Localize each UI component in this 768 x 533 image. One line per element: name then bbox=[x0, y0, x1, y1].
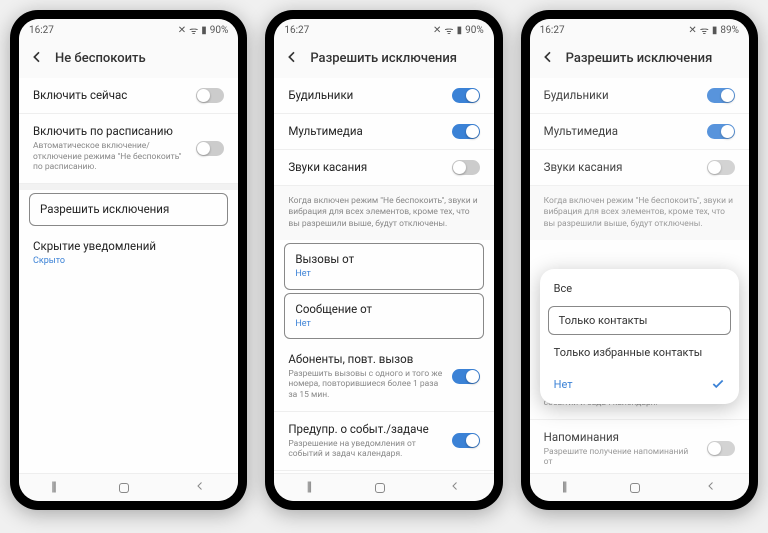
enable-schedule-row[interactable]: Включить по расписанию Автоматическое вк… bbox=[19, 114, 238, 184]
divider bbox=[19, 184, 238, 190]
popup-option-none[interactable]: Нет bbox=[540, 368, 739, 400]
repeat-callers-row[interactable]: Абоненты, повт. вызов Разрешить вызовы с… bbox=[274, 342, 493, 412]
allow-exceptions-row[interactable]: Разрешить исключения bbox=[29, 193, 228, 226]
nav-back-icon[interactable] bbox=[705, 480, 717, 496]
enable-schedule-label: Включить по расписанию bbox=[33, 124, 188, 139]
clock: 16:27 bbox=[540, 25, 565, 36]
popup-option-all[interactable]: Все bbox=[540, 273, 739, 304]
popup-option-contacts[interactable]: Только контакты bbox=[548, 306, 731, 335]
reminders-toggle[interactable] bbox=[707, 441, 735, 456]
status-bar: 16:27 ✕ᯤ▮90% bbox=[19, 19, 238, 41]
header: Не беспокоить bbox=[19, 41, 238, 78]
enable-schedule-sub: Автоматическое включение/отключение режи… bbox=[33, 141, 188, 173]
status-bar: 16:27 ✕ᯤ▮90% bbox=[274, 19, 493, 41]
events-row[interactable]: Предупр. о событ./задаче Разрешение на у… bbox=[274, 412, 493, 471]
enable-now-row[interactable]: Включить сейчас bbox=[19, 78, 238, 114]
back-icon[interactable] bbox=[284, 49, 300, 68]
nav-recent-icon[interactable]: ||| bbox=[51, 480, 55, 495]
touch-sounds-row[interactable]: Звуки касания bbox=[530, 150, 749, 186]
clock: 16:27 bbox=[284, 25, 309, 36]
status-icons: ✕ᯤ▮90% bbox=[433, 23, 484, 37]
check-icon bbox=[711, 377, 725, 391]
media-row[interactable]: Мультимедиа bbox=[530, 114, 749, 150]
alarms-row[interactable]: Будильники bbox=[530, 78, 749, 114]
hide-notifications-label: Скрытие уведомлений bbox=[33, 239, 224, 254]
repeat-callers-toggle[interactable] bbox=[452, 369, 480, 384]
description: Когда включен режим "Не беспокоить", зву… bbox=[274, 186, 493, 240]
reminders-row[interactable]: Напоминания Разрешите получение напомина… bbox=[530, 420, 749, 473]
page-title: Разрешить исключения bbox=[566, 51, 713, 66]
media-row[interactable]: Мультимедиа bbox=[274, 114, 493, 150]
media-toggle[interactable] bbox=[707, 124, 735, 139]
header: Разрешить исключения bbox=[274, 41, 493, 78]
phone-2: 16:27 ✕ᯤ▮90% Разрешить исключения Будиль… bbox=[265, 10, 502, 510]
status-icons: ✕ᯤ▮90% bbox=[178, 23, 229, 37]
nav-home-icon[interactable] bbox=[375, 483, 385, 493]
nav-recent-icon[interactable]: ||| bbox=[307, 480, 311, 495]
hide-notifications-sub: Скрыто bbox=[33, 256, 224, 267]
back-icon[interactable] bbox=[29, 49, 45, 68]
popup-option-favorites[interactable]: Только избранные контакты bbox=[540, 337, 739, 368]
nav-back-icon[interactable] bbox=[194, 480, 206, 496]
touch-sounds-toggle[interactable] bbox=[707, 160, 735, 175]
alarms-row[interactable]: Будильники bbox=[274, 78, 493, 114]
clock: 16:27 bbox=[29, 25, 54, 36]
nav-back-icon[interactable] bbox=[449, 480, 461, 496]
calls-from-popup: Все Только контакты Только избранные кон… bbox=[540, 269, 739, 404]
nav-bar: ||| bbox=[530, 473, 749, 501]
enable-now-toggle[interactable] bbox=[196, 88, 224, 103]
page-title: Не беспокоить bbox=[55, 51, 146, 66]
nav-recent-icon[interactable]: ||| bbox=[562, 480, 566, 495]
hide-notifications-row[interactable]: Скрытие уведомлений Скрыто bbox=[19, 229, 238, 277]
page-title: Разрешить исключения bbox=[310, 51, 457, 66]
calls-from-row[interactable]: Вызовы от Нет bbox=[284, 243, 483, 289]
alarms-toggle[interactable] bbox=[707, 88, 735, 103]
status-bar: 16:27 ✕ᯤ▮89% bbox=[530, 19, 749, 41]
description: Когда включен режим "Не беспокоить", зву… bbox=[530, 186, 749, 240]
nav-home-icon[interactable] bbox=[119, 483, 129, 493]
touch-sounds-toggle[interactable] bbox=[452, 160, 480, 175]
enable-schedule-toggle[interactable] bbox=[196, 141, 224, 156]
nav-bar: ||| bbox=[19, 473, 238, 501]
back-icon[interactable] bbox=[540, 49, 556, 68]
phone-3: 16:27 ✕ᯤ▮89% Разрешить исключения Будиль… bbox=[521, 10, 758, 510]
alarms-toggle[interactable] bbox=[452, 88, 480, 103]
status-icons: ✕ᯤ▮89% bbox=[688, 23, 739, 37]
events-toggle[interactable] bbox=[452, 433, 480, 448]
nav-bar: ||| bbox=[274, 473, 493, 501]
nav-home-icon[interactable] bbox=[630, 483, 640, 493]
messages-from-row[interactable]: Сообщение от Нет bbox=[284, 293, 483, 339]
phone-1: 16:27 ✕ᯤ▮90% Не беспокоить Включить сейч… bbox=[10, 10, 247, 510]
enable-now-label: Включить сейчас bbox=[33, 88, 188, 103]
header: Разрешить исключения bbox=[530, 41, 749, 78]
media-toggle[interactable] bbox=[452, 124, 480, 139]
touch-sounds-row[interactable]: Звуки касания bbox=[274, 150, 493, 186]
